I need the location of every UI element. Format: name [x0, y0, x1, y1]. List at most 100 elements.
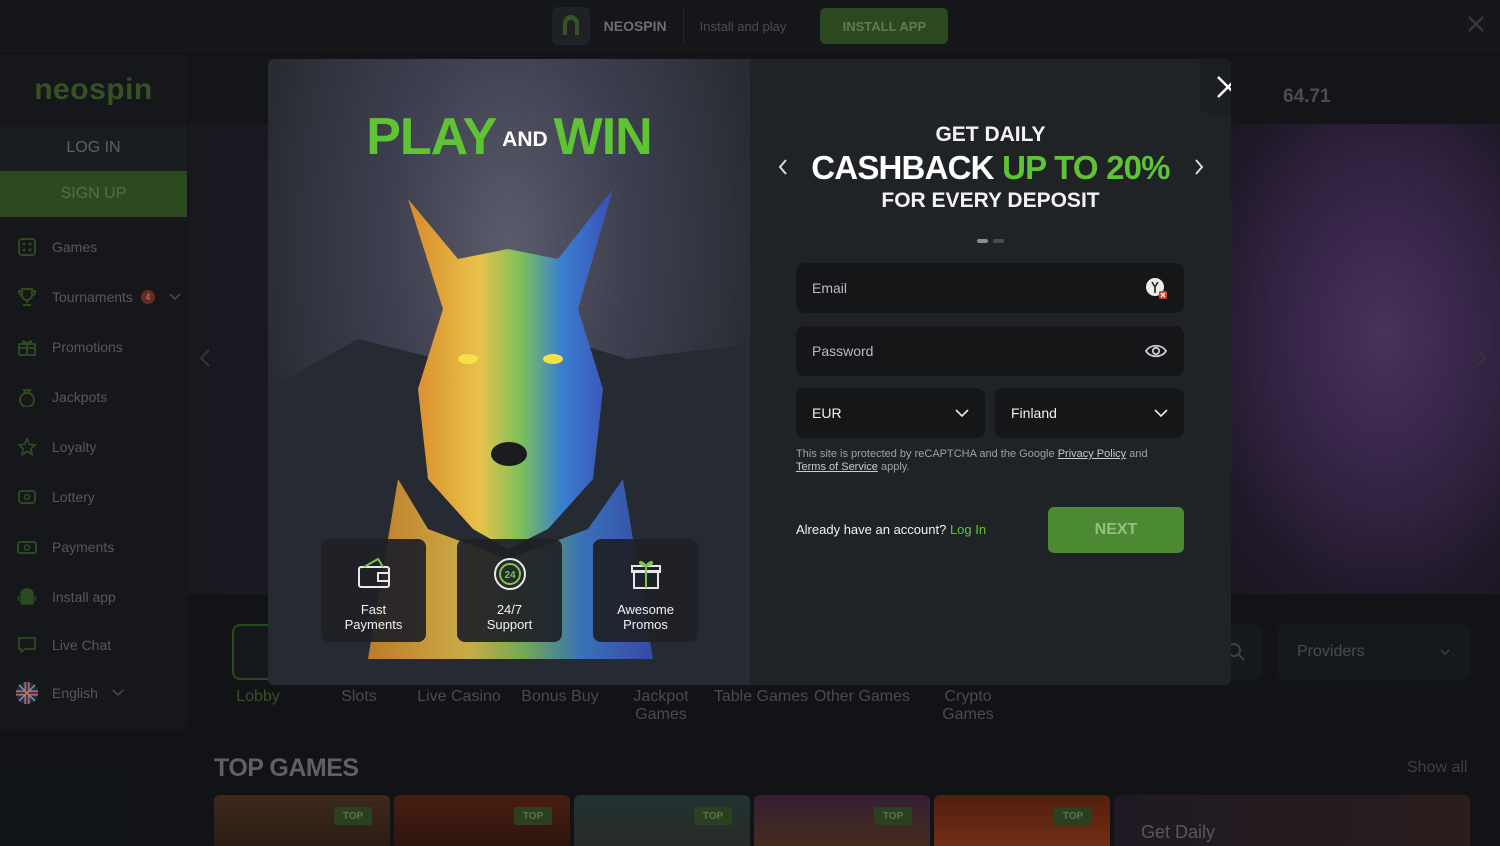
game-thumbnail[interactable]: TOP: [574, 795, 750, 846]
country-value: Finland: [1011, 405, 1057, 421]
chevron-down-icon[interactable]: [169, 293, 181, 301]
tab-lobby[interactable]: Lobby: [208, 688, 308, 706]
modal-artwork-panel: PLAY AND WIN Fast Payments 24 24/7 Support…: [268, 59, 750, 685]
country-select[interactable]: Finland: [995, 388, 1184, 438]
close-icon: [1216, 75, 1231, 98]
password-field[interactable]: Password: [796, 326, 1184, 376]
carousel-dot[interactable]: [993, 239, 1004, 243]
language-label: English: [52, 685, 98, 701]
sidebar-item-label: Live Chat: [52, 637, 112, 653]
game-thumbnail[interactable]: TOP: [754, 795, 930, 846]
sidebar-item-label: Tournaments: [52, 289, 133, 305]
sidebar-item-label: Games: [52, 239, 98, 255]
headline-play: PLAY: [366, 108, 497, 166]
sidebar-item-label: Loyalty: [52, 439, 97, 455]
neospin-app-icon: [551, 7, 590, 45]
feature-label: Awesome Promos: [617, 602, 674, 632]
terms-of-service-link[interactable]: Terms of Service: [796, 461, 878, 473]
sidebar-item-label: Lottery: [52, 489, 95, 505]
android-icon: [16, 586, 38, 608]
promo-card[interactable]: Get Daily: [1114, 795, 1470, 846]
providers-label: Providers: [1297, 643, 1365, 660]
captcha-text: and: [1129, 448, 1148, 460]
support-24-icon: 24: [493, 558, 526, 590]
sidebar-item-live-chat[interactable]: Live Chat: [16, 630, 111, 660]
feature-cards: Fast Payments 24 24/7 Support Awesome Pr…: [321, 539, 698, 642]
gift-box-icon: [630, 560, 661, 589]
star-icon: [16, 436, 38, 458]
promo-line-3: FOR EVERY DEPOSIT: [881, 189, 1100, 212]
sidebar-item-label: Promotions: [52, 339, 123, 355]
sidebar-item-lottery[interactable]: Lottery: [16, 482, 95, 512]
notification-badge: 4: [140, 290, 155, 304]
tab-table-games[interactable]: Table Games: [711, 688, 811, 706]
captcha-text: This site is protected by reCAPTCHA and …: [796, 448, 1055, 460]
providers-dropdown[interactable]: Providers: [1277, 624, 1470, 680]
top-badge: TOP: [1054, 807, 1092, 825]
tab-other-games[interactable]: Other Games: [812, 688, 912, 706]
carousel-dot-active[interactable]: [977, 239, 988, 243]
sidebar-item-label: Install app: [52, 589, 116, 605]
chevron-right-icon[interactable]: [1474, 348, 1488, 368]
feature-label: 24/7 Support: [486, 602, 533, 632]
sidebar-item-label: Jackpots: [52, 389, 108, 405]
section-title: TOP GAMES: [214, 754, 359, 782]
email-field[interactable]: Email: [796, 263, 1184, 313]
tab-bonus-buy[interactable]: Bonus Buy: [510, 688, 610, 706]
promo-percentage: UP TO 20%: [1002, 149, 1170, 186]
sidebar-item-games[interactable]: Games: [16, 232, 97, 262]
feature-support: 24 24/7 Support: [457, 539, 562, 642]
sidebar-item-install-app[interactable]: Install app: [16, 582, 116, 612]
wallet-icon: [357, 557, 390, 588]
login-link[interactable]: Log In: [950, 522, 986, 537]
jackpot-counter: 64.71: [1283, 86, 1331, 107]
show-all-link[interactable]: Show all: [1407, 759, 1467, 777]
promo-cashback: CASHBACK: [811, 149, 994, 186]
casino-page: NEOSPIN Install and play INSTALL APP 64.…: [0, 0, 1500, 846]
chevron-down-icon: [112, 689, 124, 697]
password-manager-icon[interactable]: [1144, 276, 1168, 300]
chevron-left-icon[interactable]: [198, 348, 212, 368]
eye-icon[interactable]: [1144, 339, 1168, 363]
tab-slots[interactable]: Slots: [309, 688, 409, 706]
modal-close-button[interactable]: [1199, 59, 1231, 114]
next-button[interactable]: NEXT: [1048, 507, 1184, 553]
svg-text:24: 24: [504, 570, 516, 581]
tab-crypto-games[interactable]: Crypto Games: [918, 688, 1018, 724]
sidebar-item-label: Payments: [52, 539, 115, 555]
trophy-icon: [16, 286, 38, 308]
cash-icon: [16, 536, 38, 558]
promo-carousel: GET DAILY CASHBACK UP TO 20% FOR EVERY D…: [750, 123, 1231, 213]
ticket-icon: [16, 486, 38, 508]
sidebar-item-tournaments[interactable]: Tournaments 4: [16, 282, 181, 312]
tab-live-casino[interactable]: Live Casino: [409, 688, 509, 706]
sidebar-item-promotions[interactable]: Promotions: [16, 332, 123, 362]
language-selector[interactable]: English: [16, 678, 124, 708]
sidebar-item-payments[interactable]: Payments: [16, 532, 114, 562]
signup-button[interactable]: SIGN UP: [0, 171, 187, 217]
top-badge: TOP: [514, 807, 552, 825]
close-icon[interactable]: [1466, 14, 1486, 34]
game-thumbnail[interactable]: TOP: [934, 795, 1110, 846]
login-button[interactable]: LOG IN: [0, 125, 187, 171]
game-thumbnail[interactable]: TOP: [214, 795, 390, 846]
sidebar-item-loyalty[interactable]: Loyalty: [16, 432, 96, 462]
sidebar-item-jackpots[interactable]: Jackpots: [16, 382, 107, 412]
neospin-logo[interactable]: neospin: [0, 55, 187, 125]
feature-fast-payments: Fast Payments: [321, 539, 426, 642]
modal-headline: PLAY AND WIN: [268, 107, 750, 167]
currency-select[interactable]: EUR: [796, 388, 985, 438]
divider: [682, 9, 684, 43]
uk-flag-icon: [16, 682, 38, 704]
feature-label: Fast Payments: [344, 602, 403, 632]
install-bar-app-name: NEOSPIN: [603, 18, 667, 34]
carousel-dots: [977, 239, 1004, 243]
chevron-down-icon: [1154, 409, 1168, 417]
already-account-text: Already have an account?: [796, 522, 947, 537]
promo-line-2: CASHBACK UP TO 20%: [750, 149, 1231, 187]
privacy-policy-link[interactable]: Privacy Policy: [1058, 448, 1126, 460]
password-placeholder: Password: [812, 343, 874, 359]
game-thumbnail[interactable]: TOP: [394, 795, 570, 846]
install-app-button[interactable]: INSTALL APP: [820, 8, 949, 44]
tab-jackpot-games[interactable]: Jackpot Games: [611, 688, 711, 724]
